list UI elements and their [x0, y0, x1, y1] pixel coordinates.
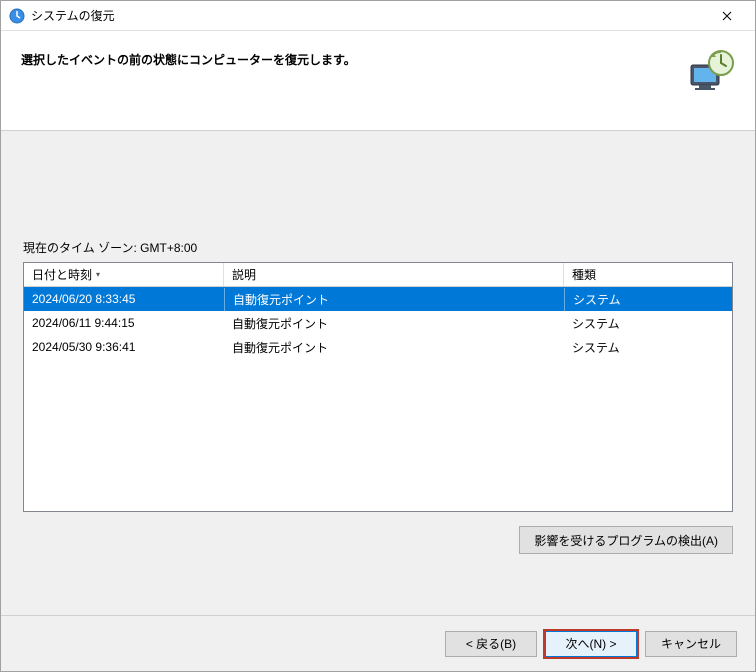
close-button[interactable] [707, 2, 747, 30]
header-text: 選択したイベントの前の状態にコンピューターを復元します。 [21, 47, 356, 68]
column-date[interactable]: 日付と時刻 ▾ [24, 263, 224, 286]
titlebar: システムの復元 [1, 1, 755, 31]
cell-date: 2024/05/30 9:36:41 [24, 337, 224, 357]
window-title: システムの復元 [31, 7, 707, 24]
column-desc-label: 説明 [232, 266, 256, 283]
footer: < 戻る(B) 次へ(N) > キャンセル [1, 615, 755, 671]
column-type-label: 種類 [572, 266, 596, 283]
system-restore-window: システムの復元 選択したイベントの前の状態にコンピューターを復元します。 現在の… [0, 0, 756, 672]
cell-description: 自動復元ポイント [224, 312, 564, 335]
spacer [23, 149, 733, 239]
scan-affected-programs-button[interactable]: 影響を受けるプログラムの検出(A) [519, 526, 733, 554]
table-body: 2024/06/20 8:33:45自動復元ポイントシステム2024/06/11… [24, 287, 732, 511]
cancel-button[interactable]: キャンセル [645, 631, 737, 657]
scan-row: 影響を受けるプログラムの検出(A) [23, 526, 733, 554]
cell-type: システム [564, 312, 732, 335]
system-restore-icon [9, 8, 25, 24]
restore-points-table: 日付と時刻 ▾ 説明 種類 2024/06/20 8:33:45自動復元ポイント… [23, 262, 733, 512]
table-row[interactable]: 2024/06/11 9:44:15自動復元ポイントシステム [24, 311, 732, 335]
table-row[interactable]: 2024/05/30 9:36:41自動復元ポイントシステム [24, 335, 732, 359]
cell-description: 自動復元ポイント [224, 336, 564, 359]
timezone-label: 現在のタイム ゾーン: GMT+8:00 [23, 239, 733, 256]
content-area: 現在のタイム ゾーン: GMT+8:00 日付と時刻 ▾ 説明 種類 2024/… [1, 131, 755, 615]
table-header: 日付と時刻 ▾ 説明 種類 [24, 263, 732, 287]
cell-date: 2024/06/11 9:44:15 [24, 313, 224, 333]
cell-date: 2024/06/20 8:33:45 [24, 289, 224, 309]
cell-description: 自動復元ポイント [224, 288, 564, 311]
column-date-label: 日付と時刻 [32, 266, 92, 283]
column-description[interactable]: 説明 [224, 263, 564, 286]
table-row[interactable]: 2024/06/20 8:33:45自動復元ポイントシステム [24, 287, 732, 311]
column-type[interactable]: 種類 [564, 263, 732, 286]
header: 選択したイベントの前の状態にコンピューターを復元します。 [1, 31, 755, 131]
next-button[interactable]: 次へ(N) > [545, 631, 637, 657]
back-button[interactable]: < 戻る(B) [445, 631, 537, 657]
cell-type: システム [564, 288, 732, 311]
restore-hero-icon [687, 47, 735, 95]
sort-desc-icon: ▾ [96, 270, 100, 279]
cell-type: システム [564, 336, 732, 359]
